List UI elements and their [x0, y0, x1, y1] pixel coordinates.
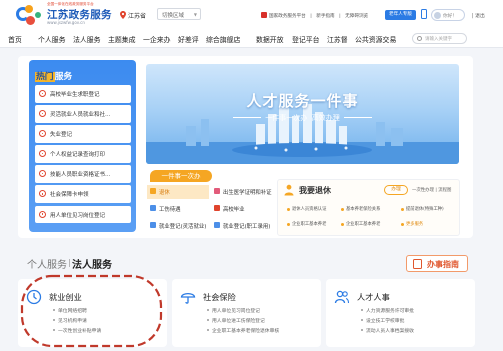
hot-service-item[interactable]: 社会保障卡申领 — [35, 185, 131, 204]
one-thing-item-flexible[interactable]: 就业登记(灵活就业) — [147, 219, 209, 233]
nav-item-personal[interactable]: 个人服务 — [38, 34, 66, 44]
category-item[interactable]: 企业职工基本养老保险退休审核 — [207, 327, 279, 334]
location-pin-icon — [120, 11, 126, 19]
retire-apply-button[interactable]: 办理 — [384, 185, 408, 195]
category-title: 人才人事 — [357, 292, 390, 302]
hot-service-item[interactable]: 技能人员职业资格证书… — [35, 165, 131, 183]
chevron-down-icon: ▼ — [193, 12, 197, 17]
retire-link[interactable]: 基本养老保险关系 — [341, 206, 380, 212]
region-select[interactable]: 切换区域 ▼ — [157, 8, 201, 20]
service-dot-icon — [39, 90, 46, 97]
category-item[interactable]: 流动人员人事档案接收 — [361, 327, 414, 334]
banner-title: 人才服务一件事 — [246, 92, 359, 110]
national-emblem-icon — [261, 12, 267, 18]
service-dot-icon — [39, 170, 46, 178]
national-platform-link[interactable]: 国家政务服务平台 — [261, 12, 306, 19]
one-thing-grid: 退休 出生医学证明和补证 工伤待遇 高校毕业 就业登记(灵活就业) 就业登记(职… — [147, 182, 273, 236]
mobile-phone-icon[interactable] — [421, 9, 427, 19]
top-bar: 全国一体化在线政务服务平台 江苏政务服务 www.jszwfw.gov.cn 江… — [0, 0, 503, 30]
service-dot-icon — [39, 110, 46, 118]
user-menu[interactable]: 你好！ — [431, 9, 465, 21]
retire-link[interactable]: 企业职工基本养老 — [287, 221, 326, 227]
people-icon — [334, 290, 350, 304]
one-thing-item-hire[interactable]: 就业登记(职工录用) — [211, 219, 273, 233]
accessibility-link[interactable]: 无障碍浏览 — [345, 14, 368, 19]
nav-item-legal[interactable]: 法人服务 — [73, 34, 101, 44]
category-item[interactable]: 用人单位进工伤保险登记 — [207, 317, 265, 324]
service-dot-icon — [39, 190, 46, 198]
injury-icon — [150, 205, 156, 211]
hot-service-item[interactable]: 灵活就业人员就业和社… — [35, 105, 131, 123]
one-thing-item-graduate[interactable]: 高校毕业 — [211, 202, 273, 216]
elder-mode-button[interactable]: 老年人专版 — [385, 10, 416, 20]
tab-separator: | — [68, 258, 71, 267]
retire-person-icon — [284, 184, 294, 196]
tab-personal-services[interactable]: 个人服务 — [27, 256, 67, 271]
category-item[interactable]: 设立技工学校审批 — [361, 317, 404, 324]
nav-item-trading[interactable]: 公共资源交易 — [355, 34, 396, 44]
hot-service-item[interactable]: 高校毕业生求职登记 — [35, 85, 131, 103]
category-card-talent[interactable]: 人才人事 人力资源服务许可审批 设立技工学校审批 流动人员人事档案接收 — [326, 279, 475, 347]
retire-icon — [150, 188, 156, 194]
highlight-annotation — [20, 274, 163, 348]
nav-item-flagship[interactable]: 综合旗舰店 — [206, 34, 240, 44]
one-thing-item-birth[interactable]: 出生医学证明和补证 — [211, 185, 273, 199]
search-icon — [417, 36, 422, 41]
guide-button[interactable]: 办事指南 — [406, 255, 468, 272]
category-item[interactable]: 人力资源服务许可审批 — [361, 307, 414, 314]
beginner-guide-link[interactable]: 新手指南 — [316, 14, 334, 19]
hot-services-list: 高校毕业生求职登记 灵活就业人员就业和社… 失业登记 个人权益记录查询打印 技能… — [35, 85, 131, 226]
nav-item-enterprise[interactable]: 一企来办 — [143, 34, 171, 44]
avatar — [434, 12, 441, 19]
nav-item-themes[interactable]: 主题集成 — [108, 34, 136, 44]
retire-note[interactable]: 一次性办理 | 流程图 — [412, 187, 451, 193]
site-logo[interactable] — [14, 3, 44, 27]
nav-item-home[interactable]: 首页 — [8, 34, 22, 44]
category-item[interactable]: 用人单位见习岗位登记 — [207, 307, 260, 314]
service-dot-icon — [39, 130, 46, 138]
category-title: 社会保险 — [203, 292, 236, 302]
user-greeting: 你好！ — [443, 14, 457, 19]
retire-title: 我要退休 — [299, 186, 331, 195]
logout-link[interactable]: | 退出 — [472, 12, 485, 19]
nav-item-registry[interactable]: 登记平台 — [292, 34, 320, 44]
hire-icon — [214, 222, 220, 228]
retire-link[interactable]: 企业职工基本养老 — [341, 221, 380, 227]
more-services-link[interactable]: 更多服务 — [401, 221, 423, 227]
tab-legal-services[interactable]: 法人服务 — [72, 256, 112, 271]
hot-service-item[interactable]: 用人单位见习岗位登记 — [35, 205, 131, 224]
hot-service-item[interactable]: 失业登记 — [35, 125, 131, 143]
search-placeholder: 请输入关键字 — [425, 37, 452, 42]
banner-subtitle: 一件事一次办 高效办理 — [146, 113, 459, 123]
graduation-icon — [214, 205, 220, 211]
hot-services-title: 热门服务 — [35, 72, 73, 82]
employment-icon — [150, 222, 156, 228]
current-location: 江苏省 — [128, 13, 147, 20]
separator: | — [310, 14, 312, 19]
separator: | — [339, 14, 341, 19]
search-input[interactable]: 请输入关键字 — [412, 33, 467, 44]
retire-link[interactable]: 退休人员资格认证 — [287, 206, 326, 212]
one-thing-item-retire[interactable]: 退休 — [147, 185, 209, 199]
retire-link[interactable]: 提前退休(特殊工种) — [401, 206, 444, 212]
one-thing-title: 一件事一次办 — [150, 170, 212, 182]
category-card-social-insurance[interactable]: 社会保险 用人单位见习岗位登记 用人单位进工伤保险登记 企业职工基本养老保险退休… — [172, 279, 321, 347]
nav-item-supervise[interactable]: 江苏督 — [327, 34, 348, 44]
nav-item-review[interactable]: 好差评 — [178, 34, 199, 44]
nav-item-open-data[interactable]: 数据开放 — [256, 34, 284, 44]
promo-banner[interactable]: 人才服务一件事 一件事一次办 高效办理 — [146, 64, 459, 164]
service-dot-icon — [39, 150, 46, 158]
birth-certificate-icon — [214, 188, 220, 194]
brand-url: www.jszwfw.gov.cn — [47, 20, 85, 25]
main-nav: 首页 个人服务 法人服务 主题集成 一企来办 好差评 综合旗舰店 数据开放 登记… — [0, 30, 503, 48]
one-thing-item-injury[interactable]: 工伤待遇 — [147, 202, 209, 216]
service-dot-icon — [39, 210, 46, 218]
umbrella-icon — [180, 292, 196, 304]
region-select-label: 切换区域 — [162, 13, 185, 19]
hot-service-item[interactable]: 个人权益记录查询打印 — [35, 145, 131, 163]
hot-services-panel: 热门服务 高校毕业生求职登记 灵活就业人员就业和社… 失业登记 个人权益记录查询… — [29, 60, 136, 232]
top-links: 国家政务服务平台 | 新手指南 | 无障碍浏览 — [261, 12, 371, 19]
document-icon — [413, 259, 422, 269]
